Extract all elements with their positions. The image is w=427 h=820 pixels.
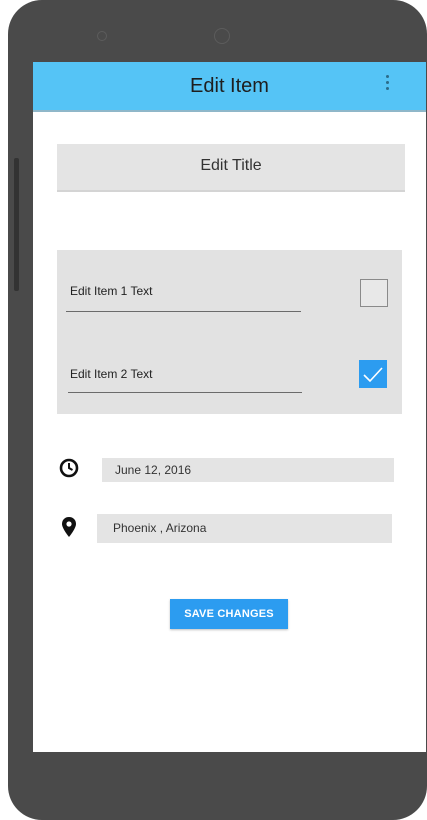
title-input[interactable]: Edit Title bbox=[57, 144, 405, 192]
location-value: Phoenix , Arizona bbox=[113, 521, 207, 535]
checkmark-icon bbox=[363, 367, 383, 383]
app-bar: Edit Item bbox=[33, 62, 426, 112]
location-pin-icon bbox=[62, 517, 76, 537]
item-1-checkbox[interactable] bbox=[360, 279, 388, 307]
phone-frame: Edit Item Edit Title Edit Item 1 Text Ed… bbox=[8, 0, 427, 820]
side-volume-button[interactable] bbox=[14, 158, 19, 291]
item-2-checkbox[interactable] bbox=[359, 360, 387, 388]
more-vert-icon[interactable] bbox=[386, 75, 390, 93]
item-1-input[interactable]: Edit Item 1 Text bbox=[70, 284, 152, 298]
app-screen: Edit Item Edit Title Edit Item 1 Text Ed… bbox=[33, 62, 426, 752]
proximity-sensor bbox=[97, 31, 107, 41]
items-card: Edit Item 1 Text Edit Item 2 Text bbox=[57, 250, 402, 414]
item-1-underline bbox=[66, 311, 301, 312]
save-changes-button[interactable]: SAVE CHANGES bbox=[170, 599, 288, 629]
date-field[interactable]: June 12, 2016 bbox=[102, 458, 394, 482]
front-camera bbox=[214, 28, 230, 44]
title-input-text: Edit Title bbox=[200, 157, 262, 174]
clock-icon bbox=[59, 458, 79, 478]
location-field[interactable]: Phoenix , Arizona bbox=[97, 514, 392, 543]
item-2-input[interactable]: Edit Item 2 Text bbox=[70, 367, 152, 381]
page-title: Edit Item bbox=[190, 75, 269, 97]
item-2-underline bbox=[68, 392, 302, 393]
date-value: June 12, 2016 bbox=[115, 463, 192, 477]
